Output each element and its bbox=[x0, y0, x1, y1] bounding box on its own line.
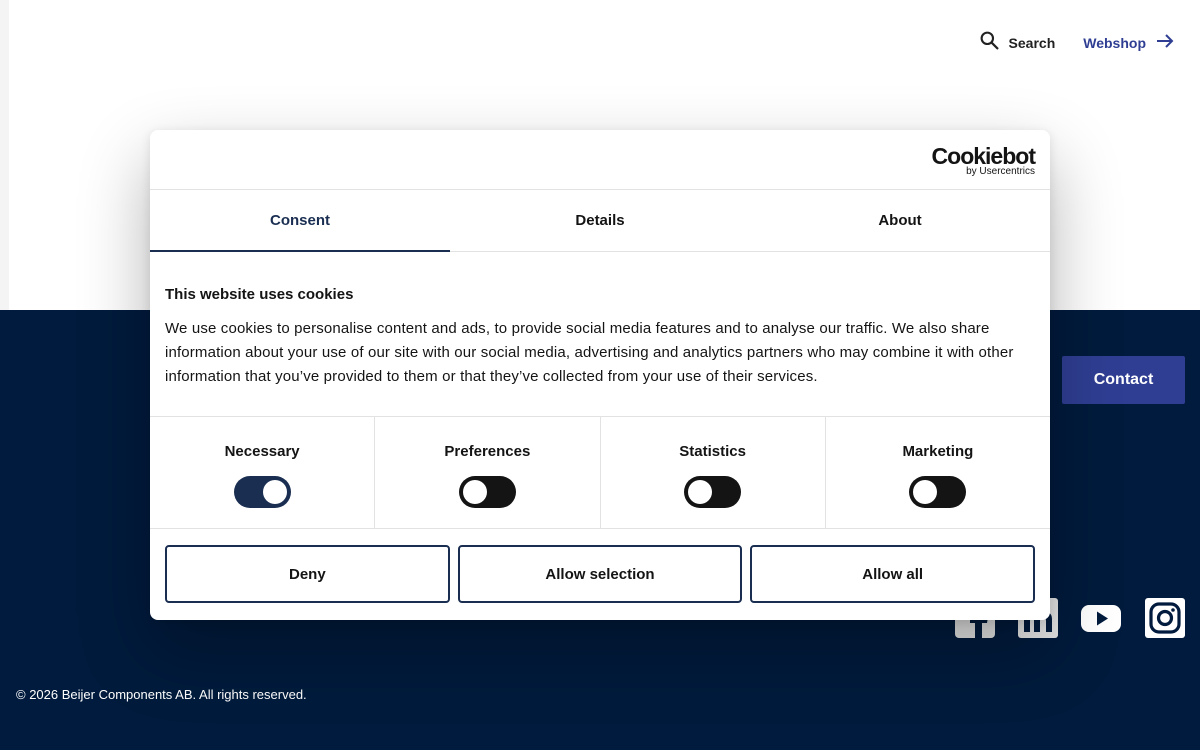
cookie-consent-dialog: Cookiebot by Usercentrics Consent Detail… bbox=[150, 130, 1050, 620]
toggle-label-statistics: Statistics bbox=[679, 443, 746, 460]
youtube-icon[interactable] bbox=[1081, 598, 1121, 638]
toggle-knob bbox=[462, 480, 487, 504]
cookiebot-logo: Cookiebot by Usercentrics bbox=[931, 143, 1036, 177]
toggle-label-preferences: Preferences bbox=[444, 443, 531, 460]
toggle-knob bbox=[262, 480, 287, 504]
tab-details[interactable]: Details bbox=[450, 190, 750, 251]
instagram-icon[interactable] bbox=[1145, 598, 1185, 638]
allow-all-button[interactable]: Allow all bbox=[750, 545, 1036, 603]
consent-toggles: Necessary Preferences Statistics Marketi… bbox=[150, 417, 1050, 529]
arrow-right-icon bbox=[1156, 33, 1174, 53]
brand-name: Cookiebot bbox=[931, 143, 1036, 169]
tab-about[interactable]: About bbox=[750, 190, 1050, 251]
toggle-label-marketing: Marketing bbox=[902, 443, 974, 460]
consent-content: This website uses cookies We use cookies… bbox=[150, 252, 1050, 417]
allow-selection-button[interactable]: Allow selection bbox=[457, 545, 743, 603]
necessary-toggle[interactable] bbox=[233, 476, 291, 508]
search-label: Search bbox=[1008, 35, 1056, 51]
toggle-knob bbox=[688, 480, 713, 504]
copyright-text: © 2026 Beijer Components AB. All rights … bbox=[16, 687, 307, 702]
toggle-label-necessary: Necessary bbox=[224, 443, 300, 460]
marketing-toggle[interactable] bbox=[909, 476, 967, 508]
toggle-knob bbox=[913, 480, 938, 504]
tab-consent[interactable]: Consent bbox=[150, 190, 450, 252]
contact-button[interactable]: Contact bbox=[1062, 356, 1185, 404]
search-link[interactable]: Search bbox=[979, 30, 1056, 56]
dialog-actions: Deny Allow selection Allow all bbox=[150, 529, 1050, 619]
statistics-toggle[interactable] bbox=[684, 476, 742, 508]
deny-button[interactable]: Deny bbox=[165, 545, 450, 603]
consent-heading: This website uses cookies bbox=[165, 286, 354, 303]
search-icon bbox=[979, 30, 1000, 56]
webshop-link[interactable]: Webshop bbox=[1083, 33, 1174, 53]
preferences-toggle[interactable] bbox=[458, 476, 516, 508]
consent-description: We use cookies to personalise content an… bbox=[165, 320, 1014, 385]
dialog-tabs: Consent Details About bbox=[150, 190, 1050, 252]
toggle-group-marketing: Marketing bbox=[826, 417, 1050, 528]
top-nav: Search Webshop bbox=[979, 30, 1174, 56]
toggle-group-necessary: Necessary bbox=[150, 417, 376, 528]
toggle-group-statistics: Statistics bbox=[601, 417, 826, 528]
webshop-label: Webshop bbox=[1083, 35, 1146, 51]
dialog-header: Cookiebot by Usercentrics bbox=[150, 130, 1050, 190]
toggle-group-preferences: Preferences bbox=[375, 417, 601, 528]
